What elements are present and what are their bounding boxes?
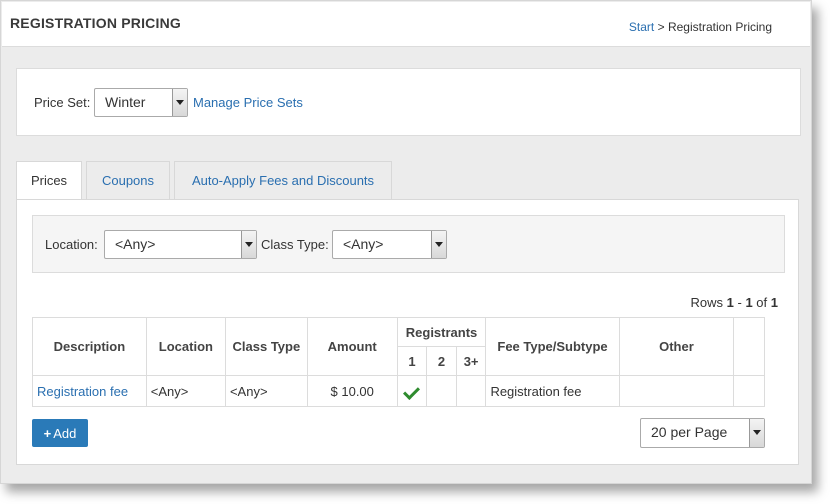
column-header-amount[interactable]: Amount [306,317,398,376]
page-title: REGISTRATION PRICING [10,15,181,31]
location-filter-label: Location: [45,237,98,252]
breadcrumb-start-link[interactable]: Start [629,20,654,34]
cell-other [618,375,735,407]
tab-prices[interactable]: Prices [16,161,82,200]
price-set-select[interactable]: Winter [94,88,188,117]
cell-location: <Any> [145,375,226,407]
breadcrumb-current: Registration Pricing [667,20,772,34]
tab-coupons[interactable]: Coupons [86,161,170,199]
chevron-down-icon [241,231,256,258]
column-header-registrants-2: 2 [426,346,457,376]
rows-info-prefix: Rows [690,295,723,310]
cell-registrants-1 [396,375,428,407]
location-filter-select[interactable]: <Any> [104,230,257,259]
cell-amount: $ 10.00 [306,375,398,407]
registration-fee-link[interactable]: Registration fee [37,384,128,399]
per-page-value: 20 per Page [651,424,728,440]
column-header-registrants: Registrants [396,317,487,347]
cell-registrants-3 [455,375,487,407]
price-set-panel: Price Set: Winter Manage Price Sets [16,68,801,136]
column-header-actions [733,317,765,376]
chevron-down-icon [172,89,187,116]
rows-info-from: 1 [726,295,734,310]
table-row: Registration fee <Any> <Any> $ 10.00 Reg… [32,375,765,407]
chevron-down-icon [431,231,446,258]
price-set-value: Winter [105,94,146,110]
cell-description: Registration fee [32,375,147,407]
add-button[interactable]: + Add [32,419,88,447]
tab-auto-apply-fees[interactable]: Auto-Apply Fees and Discounts [174,161,392,199]
page-header: REGISTRATION PRICING Start > Registratio… [2,2,810,47]
column-header-description[interactable]: Description [32,317,147,376]
prices-tab-panel: Location: <Any> Class Type: <Any> Rows 1… [16,199,799,465]
app-window: REGISTRATION PRICING Start > Registratio… [0,0,812,484]
class-type-filter-value: <Any> [343,236,384,252]
plus-icon: + [43,425,52,441]
rows-info-dash: - [737,295,742,310]
chevron-down-icon [749,419,764,447]
class-type-filter-select[interactable]: <Any> [332,230,447,259]
cell-registrants-2 [426,375,457,407]
column-header-location[interactable]: Location [145,317,226,376]
cell-fee-type: Registration fee [485,375,620,407]
add-button-label: Add [53,425,77,441]
prices-table: Description Location Class Type Amount R… [32,317,765,407]
column-header-registrants-1: 1 [396,346,428,376]
location-filter-value: <Any> [115,236,156,252]
checkmark-icon [403,382,421,400]
rows-info-to: 1 [745,295,753,310]
column-header-fee-type[interactable]: Fee Type/Subtype [485,317,620,376]
filter-box: Location: <Any> Class Type: <Any> [32,215,785,273]
cell-class-type: <Any> [224,375,308,407]
rows-info-of: of [756,295,768,310]
rows-info-total: 1 [770,295,778,310]
breadcrumb-separator: > [657,20,665,34]
rows-info: Rows 1 - 1 of 1 [690,295,778,310]
class-type-filter-label: Class Type: [261,237,329,252]
column-header-registrants-3: 3+ [455,346,487,376]
column-header-other[interactable]: Other [618,317,735,376]
price-set-label: Price Set: [34,95,91,110]
cell-actions [733,375,765,407]
per-page-select[interactable]: 20 per Page [640,418,765,448]
tabs-area: Prices Coupons Auto-Apply Fees and Disco… [16,161,799,465]
column-header-class-type[interactable]: Class Type [224,317,308,376]
manage-price-sets-link[interactable]: Manage Price Sets [193,95,303,110]
breadcrumb: Start > Registration Pricing [629,20,772,34]
